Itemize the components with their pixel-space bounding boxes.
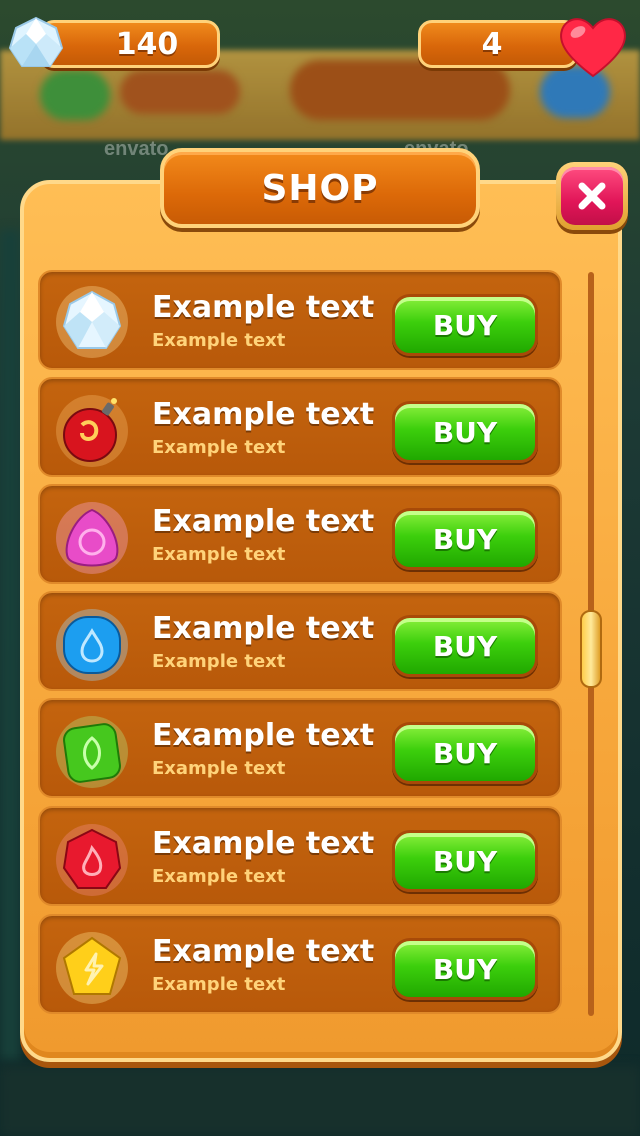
- lightning-gem-icon: [56, 932, 128, 1004]
- gem-counter: 140: [40, 20, 220, 68]
- item-subtitle: Example text: [152, 974, 286, 995]
- pink-gem-icon: [56, 502, 128, 574]
- item-title: Example text: [152, 611, 375, 646]
- buy-label: BUY: [432, 415, 498, 449]
- background-bottom: [0, 1066, 640, 1136]
- item-title: Example text: [152, 718, 375, 753]
- item-subtitle: Example text: [152, 758, 286, 779]
- bomb-icon: [56, 395, 128, 467]
- item-subtitle: Example text: [152, 437, 286, 458]
- buy-label: BUY: [432, 952, 498, 986]
- buy-label: BUY: [432, 736, 498, 770]
- buy-button[interactable]: BUY: [392, 830, 538, 892]
- list-item: Example text Example text BUY: [38, 806, 562, 906]
- shop-title: SHOP: [261, 167, 379, 209]
- buy-button[interactable]: BUY: [392, 938, 538, 1000]
- background-blob: [290, 60, 510, 120]
- diamond-icon: [8, 16, 64, 67]
- close-icon: [578, 182, 606, 210]
- item-title: Example text: [152, 826, 375, 861]
- buy-label: BUY: [432, 522, 498, 556]
- item-title: Example text: [152, 934, 375, 969]
- buy-button[interactable]: BUY: [392, 615, 538, 677]
- buy-button[interactable]: BUY: [392, 401, 538, 463]
- item-subtitle: Example text: [152, 866, 286, 887]
- background-blob: [40, 70, 110, 120]
- water-gem-icon: [56, 609, 128, 681]
- background-left-edge: [0, 230, 20, 1060]
- buy-label: BUY: [432, 308, 498, 342]
- gem-count: 140: [115, 26, 179, 62]
- heart-icon: [560, 18, 626, 78]
- list-item: Example text Example text BUY: [38, 591, 562, 691]
- scrollbar-thumb[interactable]: [580, 610, 602, 688]
- close-button-face: [561, 167, 623, 225]
- list-item: Example text Example text BUY: [38, 698, 562, 798]
- list-item: Example text Example text BUY: [38, 914, 562, 1014]
- buy-button[interactable]: BUY: [392, 294, 538, 356]
- list-item: Example text Example text BUY: [38, 484, 562, 584]
- list-item: Example text Example text BUY: [38, 377, 562, 477]
- item-subtitle: Example text: [152, 330, 286, 351]
- lives-count: 4: [481, 26, 503, 62]
- item-title: Example text: [152, 290, 375, 325]
- leaf-gem-icon: [56, 716, 128, 788]
- buy-button[interactable]: BUY: [392, 508, 538, 570]
- item-title: Example text: [152, 397, 375, 432]
- diamond-icon: [56, 286, 128, 358]
- fire-gem-icon: [56, 824, 128, 896]
- list-item: Example text Example text BUY: [38, 270, 562, 370]
- watermark: envato: [104, 138, 169, 160]
- background-blob: [120, 70, 240, 114]
- buy-button[interactable]: BUY: [392, 722, 538, 784]
- shop-title-plate: SHOP: [160, 148, 480, 228]
- buy-label: BUY: [432, 629, 498, 663]
- item-subtitle: Example text: [152, 651, 286, 672]
- item-subtitle: Example text: [152, 544, 286, 565]
- item-title: Example text: [152, 504, 375, 539]
- buy-label: BUY: [432, 844, 498, 878]
- close-button[interactable]: [556, 162, 628, 230]
- lives-counter: 4: [418, 20, 578, 68]
